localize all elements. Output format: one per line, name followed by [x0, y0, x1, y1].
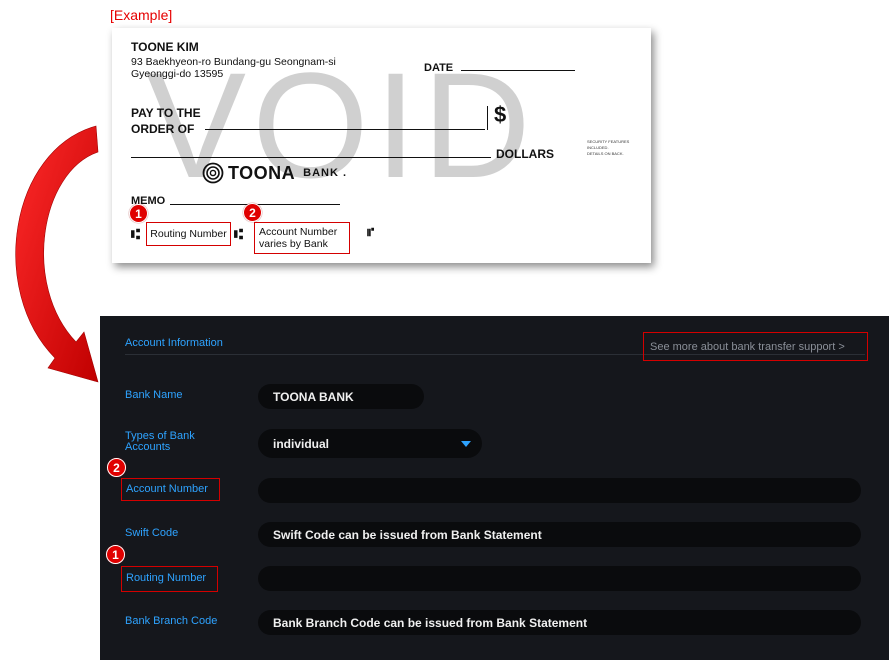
- check-pay-to-label: PAY TO THE ORDER OF: [131, 105, 201, 137]
- badge-routing-check: 1: [129, 204, 148, 223]
- account-information-panel: Account Information See more about bank …: [100, 316, 889, 660]
- check-pay-to-line1: PAY TO THE: [131, 106, 201, 120]
- micr-on-us-symbol: ⑈: [367, 225, 375, 239]
- check-date-label: DATE: [424, 62, 454, 74]
- check-bank-logo: TOONA BANK .: [202, 162, 347, 184]
- check-owner-address-line1: 93 Baekhyeon-ro Bundang-gu Seongnam-si: [131, 56, 336, 68]
- check-bank-logo-name: TOONA: [228, 162, 296, 183]
- check-bank-logo-suffix: BANK .: [303, 167, 348, 179]
- check-dollars-line: [131, 157, 491, 158]
- check-payee-line: [205, 129, 485, 130]
- check-owner-name: TOONE KIM: [131, 40, 199, 54]
- swift-code-field[interactable]: Swift Code can be issued from Bank State…: [258, 522, 861, 547]
- check-security-note: SECURITY FEATURES INCLUDED. DETAILS ON B…: [587, 139, 639, 157]
- check-security-note-line3: DETAILS ON BACK.: [587, 151, 624, 156]
- check-owner-address-line2: Gyeonggi-do 13595: [131, 68, 224, 80]
- check-pay-to-line2: ORDER OF: [131, 122, 195, 136]
- badge-account-check: 2: [243, 203, 262, 222]
- check-account-number-box: Account Number varies by Bank: [254, 222, 350, 254]
- dropdown-caret-icon: [461, 441, 471, 447]
- bank-branch-code-field[interactable]: Bank Branch Code can be issued from Bank…: [258, 610, 861, 635]
- check-dollars-label: DOLLARS: [496, 147, 554, 161]
- bank-transfer-support-link[interactable]: See more about bank transfer support >: [643, 332, 868, 361]
- check-amount-divider: [487, 106, 488, 130]
- label-types-of-bank-accounts: Types of Bank Accounts: [125, 430, 195, 453]
- check-account-number-line1: Account Number: [259, 226, 338, 238]
- account-type-value: individual: [273, 436, 330, 451]
- micr-transit-symbol-2: ⑆: [234, 225, 244, 243]
- spiral-logo-icon: [202, 162, 224, 184]
- badge-account-panel: 2: [107, 458, 126, 477]
- check-owner-address: 93 Baekhyeon-ro Bundang-gu Seongnam-si G…: [131, 56, 336, 80]
- check-account-number-line2: varies by Bank: [259, 238, 328, 250]
- label-routing-number: Routing Number: [121, 566, 218, 592]
- label-swift-code: Swift Code: [125, 527, 179, 539]
- micr-transit-symbol: ⑆: [131, 225, 141, 243]
- account-number-field[interactable]: [258, 478, 861, 503]
- label-bank-name: Bank Name: [125, 389, 183, 401]
- section-title: Account Information: [125, 337, 223, 349]
- example-label: [Example]: [110, 7, 173, 23]
- check-dollar-sign: $: [494, 102, 507, 127]
- bank-name-field[interactable]: TOONA BANK: [258, 384, 424, 409]
- label-account-number: Account Number: [121, 478, 220, 501]
- curved-arrow-icon: [15, 125, 99, 383]
- routing-number-field[interactable]: [258, 566, 861, 591]
- check-routing-number-box: Routing Number: [146, 222, 231, 246]
- account-type-select[interactable]: individual: [258, 429, 482, 458]
- sample-check: VOID TOONE KIM 93 Baekhyeon-ro Bundang-g…: [112, 28, 651, 263]
- label-bank-branch-code: Bank Branch Code: [125, 615, 218, 627]
- badge-routing-panel: 1: [106, 545, 125, 564]
- check-date-line: [461, 70, 575, 71]
